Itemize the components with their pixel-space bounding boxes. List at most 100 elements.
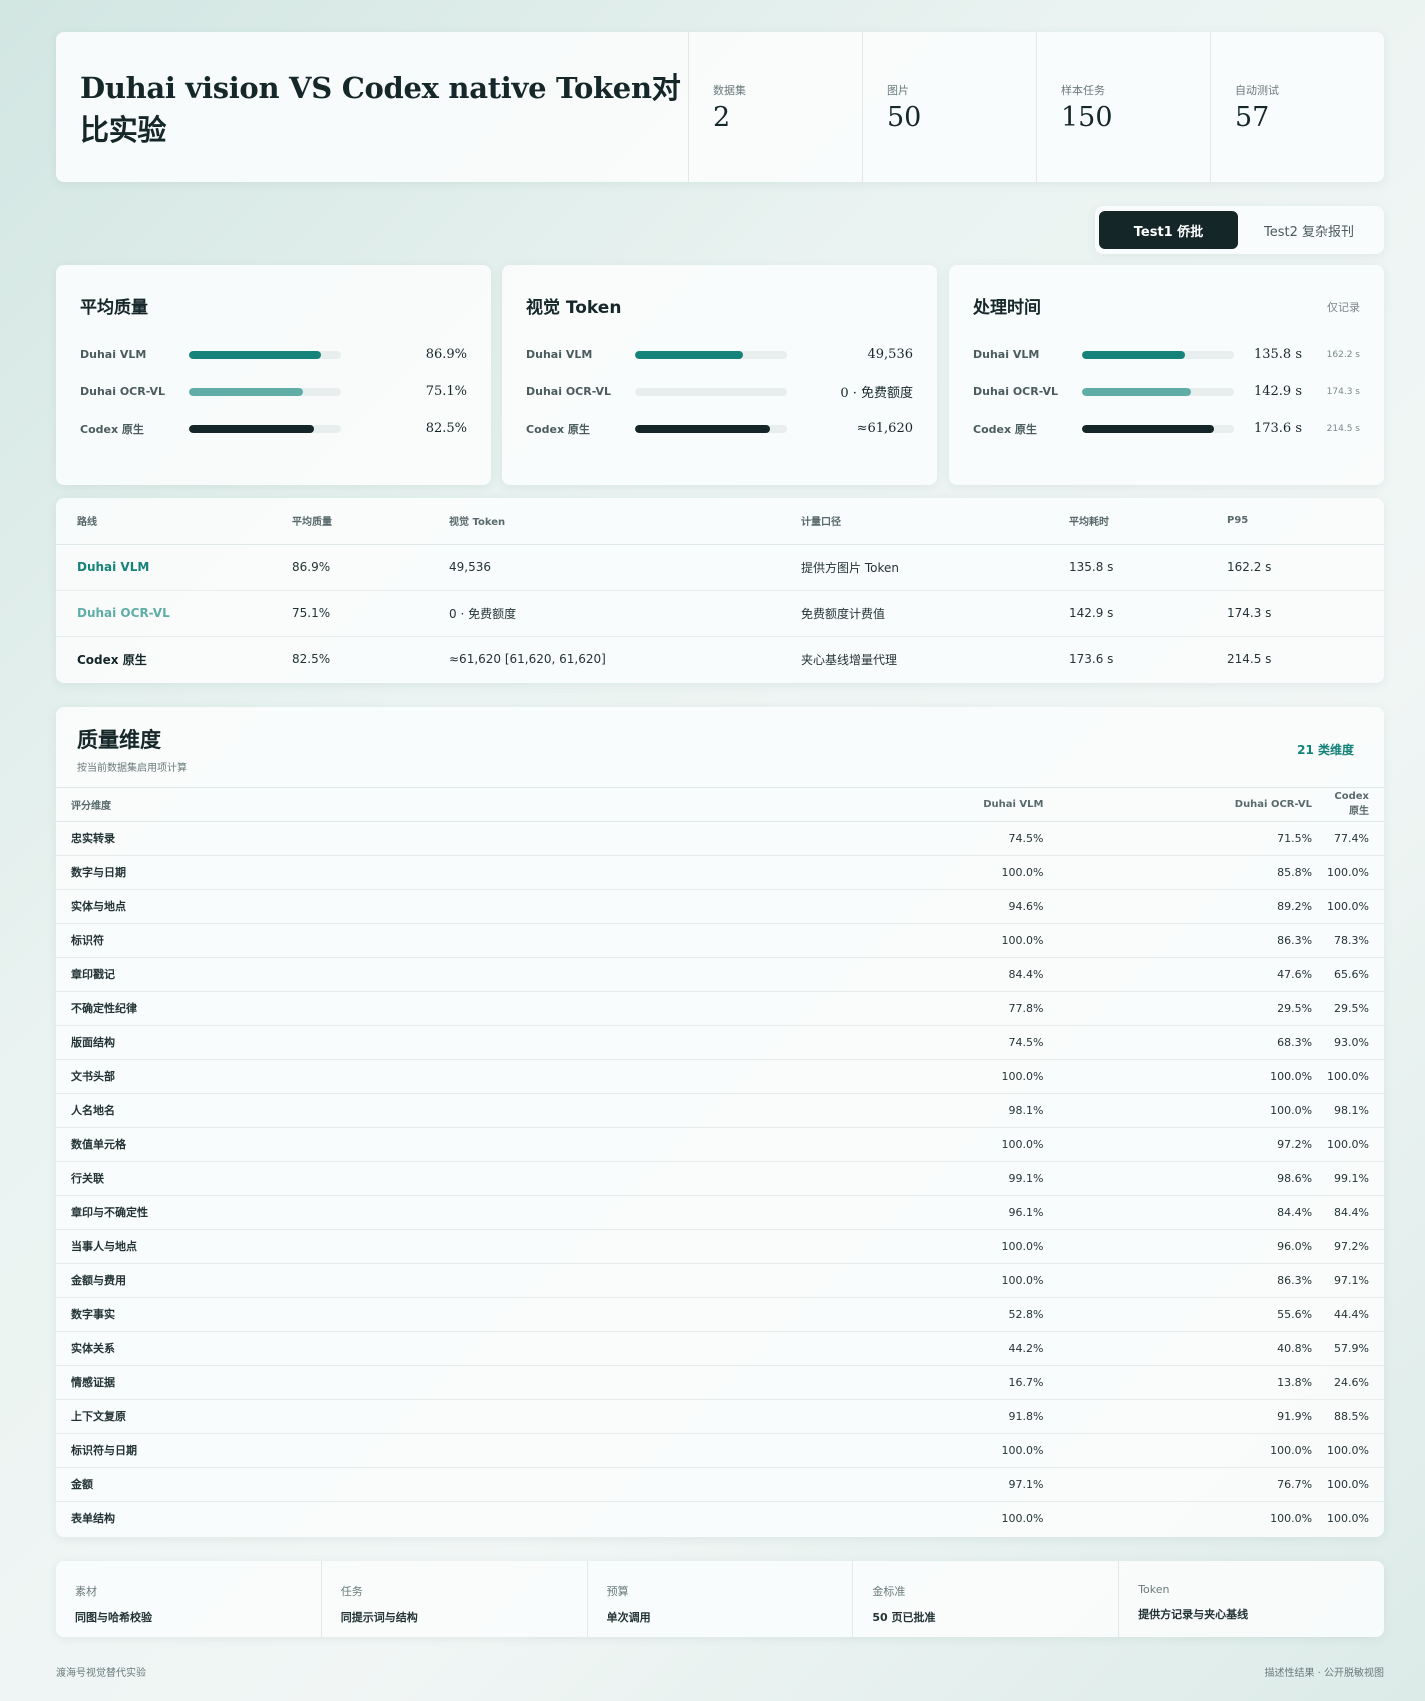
quality-title: 质量维度: [77, 728, 161, 752]
progress-track: [1082, 350, 1234, 359]
col-header-codex: Codex 原生: [1327, 788, 1384, 822]
metric-label: Codex 原生: [526, 422, 590, 436]
cell-codex: 98.1%: [1327, 1093, 1384, 1128]
metric-row-ocr: Duhai OCR-VL 75.1%: [80, 373, 467, 410]
dimension-name: 行关联: [56, 1161, 791, 1196]
table-row: Duhai VLM 86.9% 49,536 提供方图片 Token 135.8…: [56, 544, 1384, 591]
cell-vlm: 74.5%: [790, 1025, 1059, 1060]
stat-label: 图片: [887, 84, 909, 97]
cell-p95: 162.2 s: [1227, 544, 1384, 591]
cell-vlm: 96.1%: [790, 1195, 1059, 1230]
stat-value: 50: [887, 102, 922, 133]
table-row: 情感证据 16.7% 13.8% 24.6%: [56, 1365, 1384, 1400]
progress-fill: [635, 350, 743, 359]
cell-codex: 57.9%: [1327, 1331, 1384, 1366]
table-row: Duhai OCR-VL 75.1% 0 · 免费额度 免费额度计费值 142.…: [56, 590, 1384, 637]
metric-card-token: 视觉 Token Duhai VLM 49,536 Duhai OCR-VL 0…: [502, 265, 937, 485]
cell-codex: 100.0%: [1327, 1433, 1384, 1468]
cell-ocr: 91.9%: [1058, 1399, 1328, 1434]
metric-label: Duhai VLM: [80, 348, 147, 361]
cell-vlm: 100.0%: [790, 1263, 1059, 1298]
metric-row-codex: Codex 原生 82.5%: [80, 410, 467, 447]
cell-ocr: 86.3%: [1058, 923, 1328, 958]
title-area: Duhai vision VS Codex native Token对比实验: [56, 32, 688, 182]
dimension-count-badge: 21 类维度: [1297, 743, 1354, 757]
cell-codex: 29.5%: [1327, 991, 1384, 1026]
method-label: 任务: [340, 1585, 363, 1598]
table-row: 当事人与地点 100.0% 96.0% 97.2%: [56, 1229, 1384, 1264]
progress-fill: [189, 424, 315, 433]
table-row: Codex 原生 82.5% ≈61,620 [61,620, 61,620] …: [56, 636, 1384, 682]
cell-vlm: 100.0%: [790, 1229, 1059, 1264]
cell-ocr: 29.5%: [1058, 991, 1328, 1026]
metric-value: 173.6 s: [1253, 421, 1302, 436]
cell-vlm: 97.1%: [790, 1467, 1059, 1502]
metric-value: 135.8 s: [1253, 347, 1302, 362]
tab-test2[interactable]: Test2 复杂报刊: [1238, 211, 1380, 249]
footer-left-text: 渡海号视觉替代实验: [56, 1668, 146, 1679]
route-name: Duhai OCR-VL: [56, 590, 292, 637]
progress-track: [189, 350, 341, 359]
progress-fill: [189, 387, 304, 396]
cell-codex: 100.0%: [1327, 1127, 1384, 1162]
table-row: 表单结构 100.0% 100.0% 100.0%: [56, 1501, 1384, 1535]
quality-table: 评分维度 Duhai VLM Duhai OCR-VL Codex 原生 忠实转…: [56, 788, 1384, 1535]
dimension-name: 标识符: [56, 923, 791, 958]
metric-label: Duhai OCR-VL: [80, 385, 165, 398]
cell-vlm: 100.0%: [790, 1059, 1059, 1094]
cell-ocr: 85.8%: [1058, 855, 1328, 890]
table-row: 数值单元格 100.0% 97.2% 100.0%: [56, 1127, 1384, 1162]
cell-avg: 173.6 s: [1069, 652, 1114, 667]
dimension-name: 标识符与日期: [56, 1433, 791, 1468]
cell-codex: 93.0%: [1327, 1025, 1384, 1060]
cell-p95: 174.3 s: [1227, 590, 1384, 637]
metric-title: 平均质量: [80, 298, 148, 318]
table-row: 章印戳记 84.4% 47.6% 65.6%: [56, 957, 1384, 992]
cell-ocr: 100.0%: [1058, 1059, 1328, 1094]
progress-fill: [1082, 350, 1186, 359]
cell-codex: 24.6%: [1327, 1365, 1384, 1400]
col-header-avg: 平均耗时: [1069, 498, 1227, 545]
metric-p95: 162.2 s: [1326, 349, 1360, 360]
col-header-ocr: Duhai OCR-VL: [1058, 788, 1328, 822]
metric-label: Duhai VLM: [973, 348, 1040, 361]
dimension-name: 实体与地点: [56, 889, 791, 924]
col-header-route: 路线: [56, 498, 292, 545]
metric-label: Codex 原生: [80, 422, 144, 436]
table-row: 不确定性纪律 77.8% 29.5% 29.5%: [56, 991, 1384, 1026]
table-row: 人名地名 98.1% 100.0% 98.1%: [56, 1093, 1384, 1128]
cell-ocr: 98.6%: [1058, 1161, 1328, 1196]
cell-vlm: 16.7%: [790, 1365, 1059, 1400]
metric-title: 视觉 Token: [526, 298, 622, 318]
table-row: 标识符 100.0% 86.3% 78.3%: [56, 923, 1384, 958]
cell-ocr: 86.3%: [1058, 1263, 1328, 1298]
table-row: 标识符与日期 100.0% 100.0% 100.0%: [56, 1433, 1384, 1468]
cell-vlm: 94.6%: [790, 889, 1059, 924]
table-row: 上下文复原 91.8% 91.9% 88.5%: [56, 1399, 1384, 1434]
cell-token: 49,536: [449, 544, 801, 591]
metric-row-vlm: Duhai VLM 135.8 s 162.2 s: [973, 336, 1360, 373]
cell-vlm: 100.0%: [790, 855, 1059, 890]
cell-vlm: 100.0%: [790, 923, 1059, 958]
cell-codex: 100.0%: [1327, 1467, 1384, 1502]
table-row: 章印与不确定性 96.1% 84.4% 84.4%: [56, 1195, 1384, 1230]
dimension-name: 情感证据: [56, 1365, 791, 1400]
cell-vlm: 74.5%: [790, 821, 1059, 856]
table-row: 实体与地点 94.6% 89.2% 100.0%: [56, 889, 1384, 924]
metric-value: ≈61,620: [856, 421, 913, 436]
cell-vlm: 100.0%: [790, 1127, 1059, 1162]
cell-ocr: 55.6%: [1058, 1297, 1328, 1332]
metric-p95: 214.5 s: [1326, 423, 1360, 434]
cell-ocr: 68.3%: [1058, 1025, 1328, 1060]
cell-quality: 86.9%: [292, 544, 449, 591]
experiment-header: Duhai vision VS Codex native Token对比实验 数…: [56, 32, 1384, 182]
cell-vlm: 52.8%: [790, 1297, 1059, 1332]
cell-codex: 97.1%: [1327, 1263, 1384, 1298]
method-card-material: 素材 同图与哈希校验: [56, 1561, 321, 1637]
metric-value: 0 · 免费额度: [840, 386, 913, 401]
stat-label: 自动测试: [1235, 84, 1279, 97]
col-header-quality: 平均质量: [292, 498, 449, 545]
cell-codex: 100.0%: [1327, 855, 1384, 890]
tab-test1[interactable]: Test1 侨批: [1099, 211, 1238, 249]
cell-codex: 65.6%: [1327, 957, 1384, 992]
